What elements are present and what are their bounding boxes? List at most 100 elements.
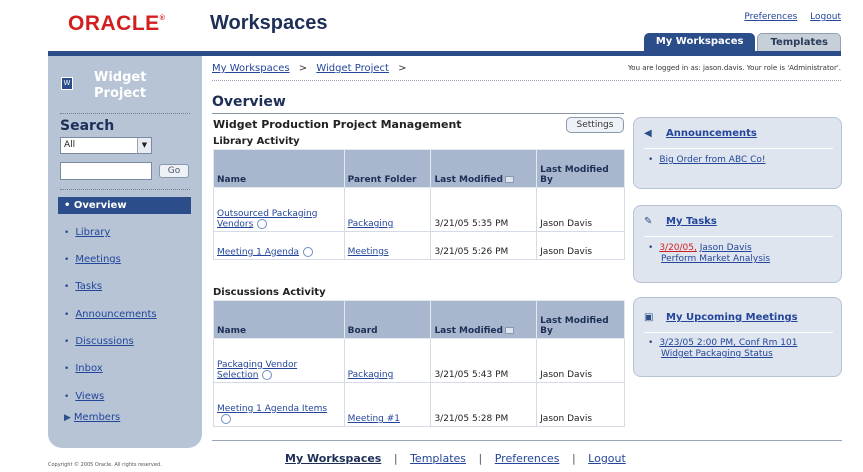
list-item: • 3/23/05 2:00 PM, Conf Rm 101 Widget Pac… [648, 338, 798, 359]
nav-item-views[interactable]: • Views [64, 391, 104, 402]
modified-cell: 3/21/05 5:28 PM [430, 382, 538, 427]
pencil-icon: ✎ [644, 216, 653, 227]
col-header-last-modified[interactable]: Last Modified [430, 300, 538, 339]
item-link[interactable]: Meeting 1 Agenda [217, 247, 299, 257]
search-scope-select[interactable]: All ▼ [60, 137, 152, 154]
tab-bar: My Workspaces Templates [642, 33, 841, 51]
tab-my-workspaces[interactable]: My Workspaces [643, 33, 756, 51]
actions-icon[interactable] [303, 246, 314, 257]
discussions-activity-table: Name Board Last Modified Last Modified B… [213, 300, 625, 427]
discussion-row-name-cell: Meeting 1 Agenda Items [213, 382, 345, 427]
footer-my-workspaces[interactable]: My Workspaces [285, 452, 381, 465]
col-header-last-modified-by[interactable]: Last Modified By [536, 149, 625, 188]
discussions-activity-heading: Discussions Activity [213, 287, 326, 298]
app-title: Workspaces [210, 12, 328, 34]
table-row: Packaging Vendor Selection Packaging 3/2… [213, 338, 625, 383]
nav-item-members[interactable]: ▶ Members [64, 412, 120, 423]
col-header-last-modified-by[interactable]: Last Modified By [536, 300, 625, 339]
tasks-header: ✎ My Tasks [644, 216, 717, 227]
meeting-title-link[interactable]: Widget Packaging Status [661, 349, 773, 359]
go-button[interactable]: Go [159, 164, 189, 178]
project-name: Widget Production Project Management [213, 118, 462, 131]
user-info: You are logged in as: jason.davis. Your … [627, 64, 841, 72]
modified-cell: 3/21/05 5:35 PM [430, 187, 538, 232]
modified-cell: 3/21/05 5:43 PM [430, 338, 538, 383]
nav-item-library[interactable]: • Library [64, 227, 110, 238]
search-input[interactable] [60, 162, 152, 180]
preferences-link[interactable]: Preferences [744, 12, 797, 22]
library-activity-heading: Library Activity [213, 136, 300, 147]
divider [644, 236, 833, 237]
item-link[interactable]: Outsourced Packaging Vendors [217, 209, 317, 230]
library-row-name-cell: Outsourced Packaging Vendors [213, 187, 345, 232]
board-link[interactable]: Meeting #1 [348, 414, 400, 424]
global-links: Preferences Logout [734, 12, 841, 22]
settings-button[interactable]: Settings [566, 117, 624, 133]
nav-item-announcements[interactable]: • Announcements [64, 309, 157, 320]
col-header-name[interactable]: Name [213, 300, 345, 339]
oracle-logo: ORACLE® [68, 12, 166, 35]
divider [212, 113, 624, 114]
meeting-link[interactable]: 3/23/05 2:00 PM, Conf Rm 101 [659, 338, 797, 348]
actions-icon[interactable] [221, 413, 231, 424]
announcements-header: ◀ Announcements [644, 128, 757, 139]
chevron-down-icon[interactable]: ▼ [137, 138, 151, 153]
col-header-parent-folder[interactable]: Parent Folder [343, 149, 432, 188]
board-link[interactable]: Packaging [348, 370, 394, 380]
actions-icon[interactable] [257, 218, 268, 229]
actions-icon[interactable] [262, 369, 273, 380]
task-assignee[interactable]: Jason Davis [700, 243, 752, 253]
page-title: Overview [212, 94, 286, 110]
announcement-link[interactable]: Big Order from ABC Co! [659, 155, 765, 165]
footer-links: My Workspaces | Templates | Preferences … [285, 452, 626, 465]
nav-item-discussions[interactable]: • Discussions [64, 336, 134, 347]
col-header-name[interactable]: Name [213, 149, 345, 188]
meetings-link[interactable]: My Upcoming Meetings [666, 312, 798, 323]
announcements-panel: ◀ Announcements • Big Order from ABC Co! [633, 117, 842, 189]
folder-link[interactable]: Packaging [348, 219, 394, 229]
task-link[interactable]: Perform Market Analysis [661, 254, 770, 264]
modified-by-cell: Jason Davis [536, 338, 625, 383]
footer-logout[interactable]: Logout [588, 452, 626, 465]
topic-link[interactable]: Meeting 1 Agenda Items [217, 404, 327, 414]
divider [212, 440, 842, 441]
nav-item-overview[interactable]: • Overview [58, 197, 191, 214]
tab-templates[interactable]: Templates [757, 33, 841, 51]
search-heading: Search [60, 118, 115, 134]
nav-item-inbox[interactable]: • Inbox [64, 363, 103, 374]
megaphone-icon: ◀ [644, 128, 652, 139]
nav-item-tasks[interactable]: • Tasks [64, 281, 102, 292]
modified-cell: 3/21/05 5:26 PM [430, 231, 538, 260]
divider [60, 189, 190, 190]
modified-by-cell: Jason Davis [536, 231, 625, 260]
table-row: Meeting 1 Agenda Items Meeting #1 3/21/0… [213, 382, 625, 427]
divider [60, 113, 190, 114]
logout-link[interactable]: Logout [810, 12, 841, 22]
announcements-link[interactable]: Announcements [666, 128, 757, 139]
task-due-date[interactable]: 3/20/05, [659, 243, 697, 253]
table-row: Meeting 1 Agenda Meetings 3/21/05 5:26 P… [213, 231, 625, 260]
sort-icon[interactable] [504, 176, 514, 183]
workspace-header: W Widget Project [58, 66, 188, 106]
modified-by-cell: Jason Davis [536, 382, 625, 427]
col-header-last-modified[interactable]: Last Modified [430, 149, 538, 188]
discussion-row-name-cell: Packaging Vendor Selection [213, 338, 345, 383]
breadcrumb-my-workspaces[interactable]: My Workspaces [212, 63, 290, 74]
sidebar: W Widget Project Search All ▼ Go • Overv… [48, 56, 202, 448]
workspace-icon: W [61, 77, 73, 90]
workspace-title: Widget Project [94, 70, 147, 101]
copyright-text: Copyright © 2005 Oracle. All rights rese… [48, 462, 162, 468]
list-item: • Big Order from ABC Co! [648, 155, 766, 165]
breadcrumb-widget-project[interactable]: Widget Project [316, 63, 389, 74]
nav-item-meetings[interactable]: • Meetings [64, 254, 121, 265]
topic-link[interactable]: Packaging Vendor Selection [217, 360, 297, 381]
divider [212, 80, 841, 81]
sort-icon[interactable] [504, 327, 514, 334]
modified-by-cell: Jason Davis [536, 187, 625, 232]
folder-link[interactable]: Meetings [348, 247, 389, 257]
footer-preferences[interactable]: Preferences [495, 452, 560, 465]
col-header-board[interactable]: Board [343, 300, 432, 339]
tasks-link[interactable]: My Tasks [666, 216, 717, 227]
table-row: Outsourced Packaging Vendors Packaging 3… [213, 187, 625, 232]
footer-templates[interactable]: Templates [410, 452, 466, 465]
